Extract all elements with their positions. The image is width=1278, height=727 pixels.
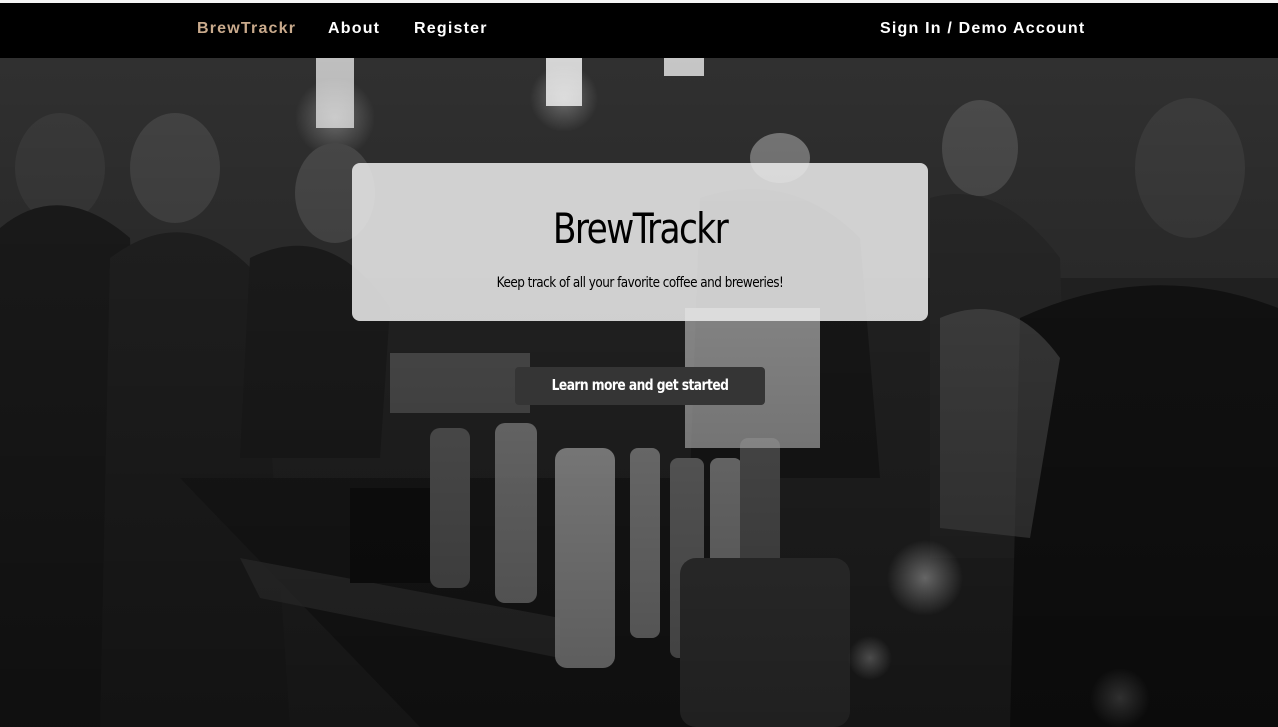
learn-more-button-label: Learn more and get started <box>551 376 729 394</box>
hero-title: BrewTrackr <box>552 204 729 253</box>
nav-register-link[interactable]: Register <box>414 20 488 38</box>
top-navbar: BrewTrackr About Register Sign In / Demo… <box>0 3 1278 58</box>
hero-subtitle: Keep track of all your favorite coffee a… <box>496 275 784 291</box>
learn-more-button[interactable]: Learn more and get started <box>515 367 765 405</box>
hero-section: BrewTrackr Keep track of all your favori… <box>0 58 1278 727</box>
hero-jumbotron: BrewTrackr Keep track of all your favori… <box>352 163 928 321</box>
brand-link[interactable]: BrewTrackr <box>197 20 296 38</box>
nav-about-link[interactable]: About <box>328 20 380 38</box>
signin-demo-link[interactable]: Sign In / Demo Account <box>880 20 1085 38</box>
